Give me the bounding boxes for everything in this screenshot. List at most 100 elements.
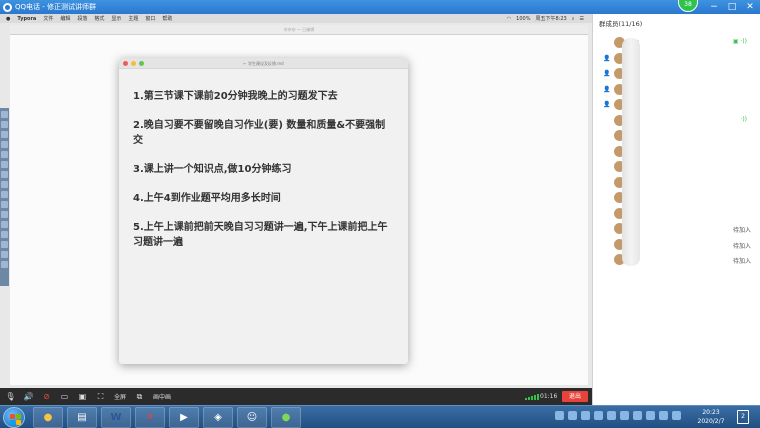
dock-icon[interactable] xyxy=(1,231,8,238)
menu-window[interactable]: 窗口 xyxy=(145,15,155,22)
tray-icon[interactable] xyxy=(581,411,590,420)
dock-icon[interactable] xyxy=(1,201,8,208)
fullscreen-button[interactable]: 全屏 xyxy=(114,392,126,401)
member-row[interactable] xyxy=(593,145,760,159)
qq-taskbar-icon[interactable]: ● xyxy=(33,407,63,428)
language-icon[interactable] xyxy=(672,411,681,420)
member-row[interactable]: 👤云 xyxy=(593,98,760,112)
screen-record-icon[interactable]: ▣ xyxy=(78,392,87,401)
dock-icon[interactable] xyxy=(1,171,8,178)
tray-icon[interactable] xyxy=(620,411,629,420)
dock-icon[interactable] xyxy=(1,131,8,138)
member-status: 待加入 xyxy=(732,258,751,265)
background-window-title: 杂杂杂 — 已编辑 xyxy=(10,25,588,35)
dock-icon[interactable] xyxy=(1,261,8,268)
battery-percent: 100% xyxy=(516,15,531,22)
wechat-taskbar-icon[interactable]: ● xyxy=(271,407,301,428)
doc-paragraph-3: 3.课上讲一个知识点,做10分钟练习 xyxy=(133,164,292,175)
level-badge[interactable]: 38 xyxy=(678,0,698,12)
shared-screen: ● Typora 文件 编辑 段落 格式 显示 主题 窗口 帮助 ◠ 100% … xyxy=(0,14,592,388)
call-control-bar: 🎙 🔊 ⊘ ▭ ▣ ⛶ 全屏 ⧉ 画中画 01:16 退出 xyxy=(0,388,592,405)
member-status: 待加入 xyxy=(732,227,751,234)
maximize-button[interactable]: □ xyxy=(726,2,738,12)
tray-icon[interactable] xyxy=(633,411,642,420)
doc-paragraph-1: 1.第三节课下课前20分钟我晚上的习题发下去 xyxy=(133,91,338,102)
tray-icon[interactable] xyxy=(607,411,616,420)
member-row[interactable]: 待加入 xyxy=(593,238,760,252)
wifi-icon[interactable]: ◠ xyxy=(507,16,511,22)
pip-button[interactable]: 画中画 xyxy=(153,392,171,401)
dock-icon[interactable] xyxy=(1,121,8,128)
document-body[interactable]: 1.第三节课下课前20分钟我晚上的习题发下去 2.晚自习要不要留晚自习作业(要)… xyxy=(119,69,408,250)
member-row[interactable]: 文 xyxy=(593,129,760,143)
camera-off-icon[interactable]: ⊘ xyxy=(42,392,51,401)
mac-status-area: ◠ 100% 周五下午8:23 ⌕ ☰ xyxy=(507,14,584,23)
volume-icon[interactable] xyxy=(646,411,655,420)
tray-icon[interactable] xyxy=(568,411,577,420)
taskbar-clock[interactable]: 20:23 2020/2/7 xyxy=(692,408,730,426)
windows-start-button[interactable] xyxy=(3,407,25,428)
member-row[interactable]: 待加入 xyxy=(593,222,760,236)
menu-edit[interactable]: 编辑 xyxy=(60,15,70,22)
member-row[interactable]: 王超▣ ·)) xyxy=(593,36,760,50)
windows-taskbar: ● ▤ W ✕ ▶ ◈ ☺ ● 20:23 2020/2/7 2 xyxy=(0,405,760,428)
menu-view[interactable]: 显示 xyxy=(111,15,121,22)
member-row[interactable] xyxy=(593,191,760,205)
member-row[interactable]: 待加入 xyxy=(593,253,760,267)
exit-call-button[interactable]: 退出 xyxy=(562,391,588,402)
menu-typora[interactable]: Typora xyxy=(17,16,36,22)
word-taskbar-icon[interactable]: W xyxy=(101,407,131,428)
member-row[interactable]: 伟·)) xyxy=(593,114,760,128)
microphone-icon[interactable]: 🎙 xyxy=(5,392,15,401)
dock-icon[interactable] xyxy=(1,211,8,218)
speaker-icon[interactable]: 🔊 xyxy=(24,392,34,401)
member-row[interactable]: 👤歆 xyxy=(593,83,760,97)
call-timer: 01:16 xyxy=(540,393,558,400)
dock-icon[interactable] xyxy=(1,221,8,228)
explorer-taskbar-icon[interactable]: ▤ xyxy=(67,407,97,428)
network-icon[interactable] xyxy=(659,411,668,420)
dock-icon[interactable] xyxy=(1,191,8,198)
menu-theme[interactable]: 主题 xyxy=(128,15,138,22)
member-panel: 群成员(11/16) 王超▣ ·))👤老师👤承👤歆👤云伟·))文刚李待加入待加入… xyxy=(592,14,760,405)
dock-icon[interactable] xyxy=(1,241,8,248)
dock-icon[interactable] xyxy=(1,141,8,148)
menu-help[interactable]: 帮助 xyxy=(162,15,172,22)
minimize-button[interactable]: − xyxy=(708,2,720,12)
tray-icon[interactable] xyxy=(594,411,603,420)
member-count-header: 群成员(11/16) xyxy=(599,20,643,28)
dock-icon[interactable] xyxy=(1,111,8,118)
typora-window[interactable]: ← 学生建议及反馈.md 1.第三节课下课前20分钟我晚上的习题发下去 2.晚自… xyxy=(119,58,408,364)
apple-icon[interactable]: ● xyxy=(6,16,10,22)
menu-list-icon[interactable]: ☰ xyxy=(580,16,584,22)
qq-title-bar: QQ电话 - 修正测试讲师群 38 − □ ✕ xyxy=(0,0,760,14)
dock-icon[interactable] xyxy=(1,151,8,158)
member-row[interactable]: 李 xyxy=(593,207,760,221)
tray-icon[interactable] xyxy=(555,411,564,420)
pip-icon[interactable]: ⧉ xyxy=(135,392,144,401)
dock-icon[interactable] xyxy=(1,251,8,258)
close-button[interactable]: ✕ xyxy=(744,2,756,12)
app-taskbar-icon[interactable]: ✕ xyxy=(135,407,165,428)
member-row[interactable]: 👤承 xyxy=(593,67,760,81)
tool-taskbar-icon[interactable]: ◈ xyxy=(203,407,233,428)
member-status: 待加入 xyxy=(732,242,751,250)
menu-format[interactable]: 格式 xyxy=(94,15,104,22)
window-title: QQ电话 - 修正测试讲师群 xyxy=(15,3,96,11)
menu-file[interactable]: 文件 xyxy=(43,15,53,22)
chat-taskbar-icon[interactable]: ☺ xyxy=(237,407,267,428)
voice-activity-icon: ·)) xyxy=(740,115,747,123)
member-row[interactable] xyxy=(593,160,760,174)
search-icon[interactable]: ⌕ xyxy=(572,16,575,22)
member-row[interactable]: 👤老师 xyxy=(593,52,760,66)
notification-center-icon[interactable]: 2 xyxy=(737,410,749,424)
member-row[interactable]: 刚 xyxy=(593,176,760,190)
doc-paragraph-4: 4.上午4到作业题平均用多长时间 xyxy=(133,193,281,204)
fullscreen-icon[interactable]: ⛶ xyxy=(96,392,105,401)
dock-icon[interactable] xyxy=(1,161,8,168)
share-screen-icon[interactable]: ▭ xyxy=(60,392,69,401)
dock-icon[interactable] xyxy=(1,181,8,188)
media-taskbar-icon[interactable]: ▶ xyxy=(169,407,199,428)
desktop-side-dock xyxy=(0,108,9,286)
menu-paragraph[interactable]: 段落 xyxy=(77,15,87,22)
